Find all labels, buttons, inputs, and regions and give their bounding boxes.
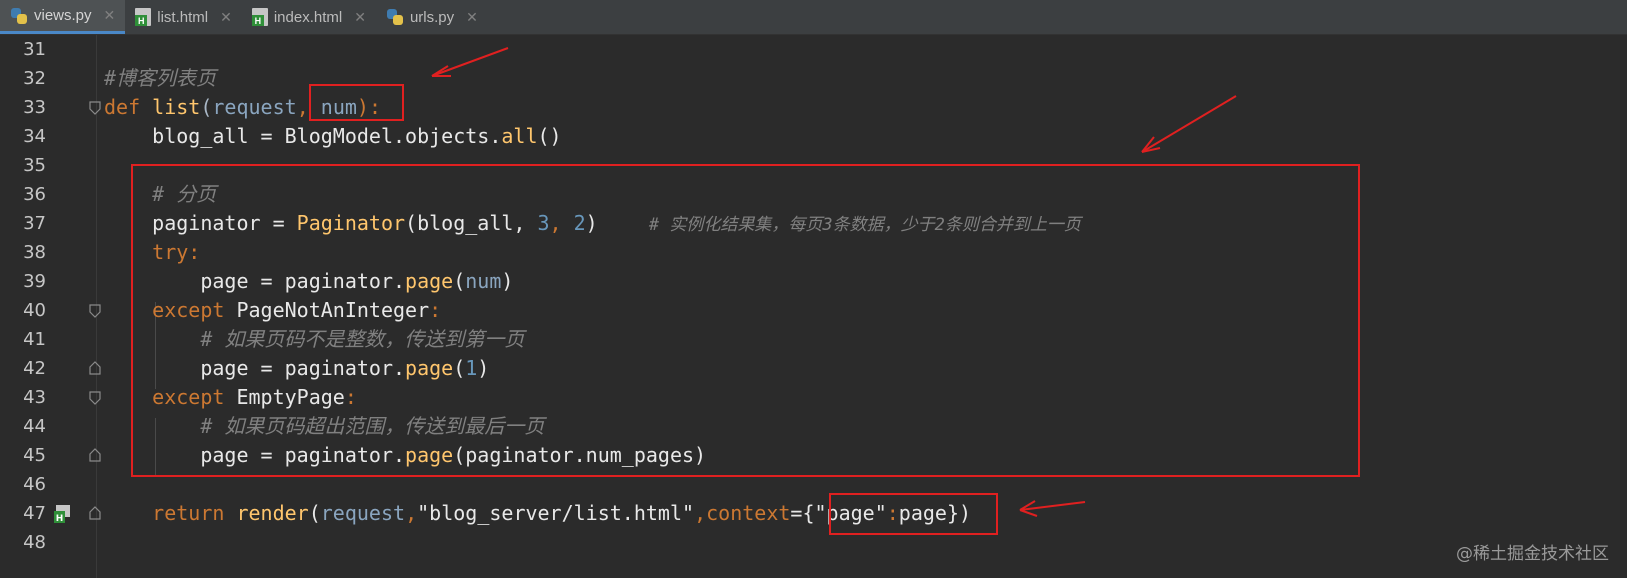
annotation-arrows bbox=[431, 47, 1237, 517]
watermark: @稀土掘金技术社区 bbox=[1456, 544, 1609, 564]
arrow-2 bbox=[1141, 95, 1237, 153]
arrow-2-head bbox=[1141, 136, 1161, 153]
arrow-1 bbox=[431, 47, 509, 77]
